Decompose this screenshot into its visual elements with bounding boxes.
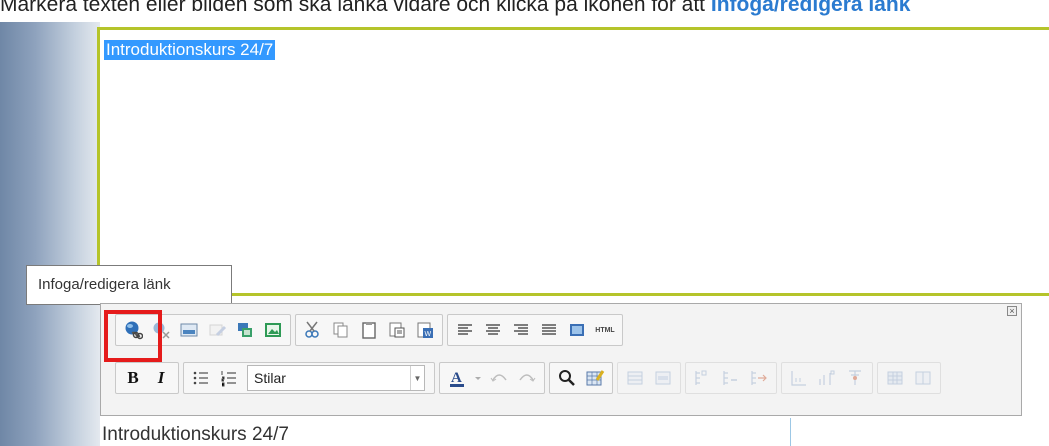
- font-color-icon[interactable]: A: [445, 366, 469, 390]
- format-group: B I: [115, 362, 179, 394]
- divider-line: [790, 418, 791, 446]
- toolbar-row-2: B I Stilar ▼ A: [115, 362, 945, 394]
- instruction-text: Markera texten eller bilden som ska länk…: [0, 0, 1049, 20]
- cells-group: [781, 362, 873, 394]
- table-columns-icon[interactable]: [911, 366, 935, 390]
- bullet-list-icon[interactable]: [189, 366, 213, 390]
- table-split-icon[interactable]: [815, 366, 839, 390]
- table-props-group: [617, 362, 681, 394]
- align-left-icon[interactable]: [453, 318, 477, 342]
- page-side-background: [0, 22, 100, 446]
- editor-content-area[interactable]: Introduktionskurs 24/7: [97, 27, 1049, 296]
- svg-text:A: A: [451, 370, 462, 386]
- highlight-annotation-box: [104, 310, 162, 362]
- html-icon[interactable]: HTML: [593, 318, 617, 342]
- styles-dropdown-value: Stilar: [254, 370, 286, 386]
- toolbar-row-1: W HTML: [115, 314, 627, 346]
- insert-media-icon[interactable]: [233, 318, 257, 342]
- svg-text:W: W: [425, 331, 432, 338]
- table-props-icon[interactable]: [623, 366, 647, 390]
- numbered-list-icon[interactable]: [217, 366, 241, 390]
- align-center-icon[interactable]: [481, 318, 505, 342]
- paste-text-icon[interactable]: [385, 318, 409, 342]
- insert-table-icon[interactable]: [583, 366, 607, 390]
- instruction-highlight: Infoga/redigera länk: [710, 0, 911, 16]
- search-icon[interactable]: [555, 366, 579, 390]
- image-icon[interactable]: [177, 318, 201, 342]
- close-toolbar-button[interactable]: ×: [1007, 306, 1017, 316]
- fullscreen-icon[interactable]: [565, 318, 589, 342]
- table-grid-icon[interactable]: [843, 366, 867, 390]
- clipboard-group: W: [295, 314, 443, 346]
- tooltip: Infoga/redigera länk: [26, 265, 232, 305]
- bold-label: B: [127, 368, 139, 387]
- list-group: Stilar ▼: [183, 362, 435, 394]
- styles-dropdown[interactable]: Stilar ▼: [247, 365, 425, 391]
- edit-icon[interactable]: [205, 318, 229, 342]
- table-layout-group: [877, 362, 941, 394]
- row-props-icon[interactable]: [651, 366, 675, 390]
- justify-icon[interactable]: [537, 318, 561, 342]
- cut-icon[interactable]: [301, 318, 325, 342]
- insert-picture-icon[interactable]: [261, 318, 285, 342]
- paste-icon[interactable]: [357, 318, 381, 342]
- italic-icon[interactable]: I: [149, 366, 173, 390]
- instruction-main: Markera texten eller bilden som ska länk…: [0, 0, 711, 16]
- copy-icon[interactable]: [329, 318, 353, 342]
- alignment-group: HTML: [447, 314, 623, 346]
- table-layout-icon[interactable]: [883, 366, 907, 390]
- rows-group: [685, 362, 777, 394]
- undo-icon[interactable]: [487, 366, 511, 390]
- chevron-down-icon[interactable]: [473, 366, 483, 390]
- html-label: HTML: [595, 326, 615, 334]
- merge-cells-icon[interactable]: [747, 366, 771, 390]
- split-cells-icon[interactable]: [787, 366, 811, 390]
- color-undo-group: A: [439, 362, 545, 394]
- bold-icon[interactable]: B: [121, 366, 145, 390]
- italic-label: I: [157, 368, 165, 387]
- tools-group: [549, 362, 613, 394]
- editor-toolbar: × W HTML B I Stilar ▼ A: [100, 303, 1022, 416]
- page-body-text: Introduktionskurs 24/7: [102, 424, 289, 445]
- redo-icon[interactable]: [515, 366, 539, 390]
- insert-row-icon[interactable]: [691, 366, 715, 390]
- paste-word-icon[interactable]: W: [413, 318, 437, 342]
- selected-text[interactable]: Introduktionskurs 24/7: [104, 40, 276, 60]
- chevron-down-icon[interactable]: ▼: [410, 366, 424, 390]
- align-right-icon[interactable]: [509, 318, 533, 342]
- delete-row-icon[interactable]: [719, 366, 743, 390]
